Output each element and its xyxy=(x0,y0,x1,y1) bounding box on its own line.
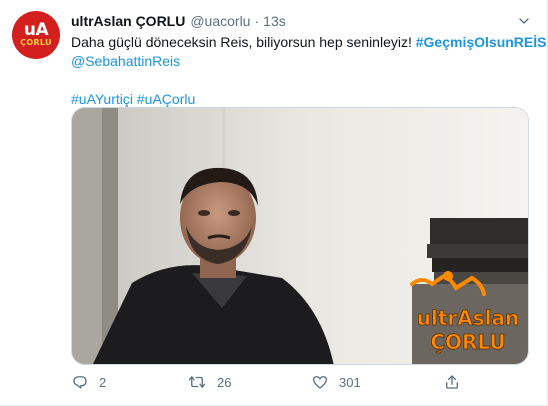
tweet-text-line: Daha güçlü döneceksin Reis, biliyorsun h… xyxy=(71,33,546,52)
like-count: 301 xyxy=(339,374,361,390)
hashtag-link[interactable]: #GeçmişOlsunREİS xyxy=(416,34,547,50)
like-icon xyxy=(312,376,328,389)
avatar-logo-subtext: ÇORLU xyxy=(20,38,52,47)
retweet-count: 26 xyxy=(217,374,232,390)
tweet-text: Daha güçlü döneceksin Reis, biliyorsun h… xyxy=(71,33,546,109)
video-frame: ultrAslan ÇORLU xyxy=(72,108,528,364)
mention-link[interactable]: @SebahattinReis xyxy=(71,52,531,71)
retweet-button[interactable]: 26 xyxy=(187,372,231,392)
line-break xyxy=(71,71,531,90)
tweet-body-text: Daha güçlü döneceksin Reis, biliyorsun h… xyxy=(71,34,416,50)
caret-down-icon[interactable] xyxy=(514,11,534,31)
timestamp[interactable]: 13s xyxy=(263,13,286,29)
reply-icon xyxy=(73,376,87,389)
separator-dot: · xyxy=(254,13,260,29)
share-icon xyxy=(446,375,458,389)
tweet-header: ultrAslan ÇORLU @uacorlu · 13s xyxy=(71,12,286,30)
share-button[interactable] xyxy=(443,372,461,392)
reply-count: 2 xyxy=(99,374,107,390)
retweet-icon xyxy=(188,376,206,388)
display-name[interactable]: ultrAslan ÇORLU xyxy=(71,13,185,29)
media-video[interactable]: ultrAslan ÇORLU xyxy=(71,107,529,365)
avatar[interactable]: uA ÇORLU xyxy=(12,11,60,59)
reply-button[interactable]: 2 xyxy=(71,372,106,392)
tweet[interactable]: uA ÇORLU ultrAslan ÇORLU @uacorlu · 13s … xyxy=(0,0,548,406)
hashtag-link[interactable]: #uAYurtiçi xyxy=(71,91,133,107)
hashtag-link[interactable]: #uAÇorlu xyxy=(137,91,195,107)
watermark-title: ultrAslan xyxy=(417,306,520,330)
avatar-logo-text: uA xyxy=(23,20,49,40)
like-button[interactable]: 301 xyxy=(311,372,361,392)
user-handle[interactable]: @uacorlu xyxy=(190,13,250,29)
tweet-actions: 2 26 301 xyxy=(71,372,461,392)
watermark-subtitle: ÇORLU xyxy=(430,330,505,354)
